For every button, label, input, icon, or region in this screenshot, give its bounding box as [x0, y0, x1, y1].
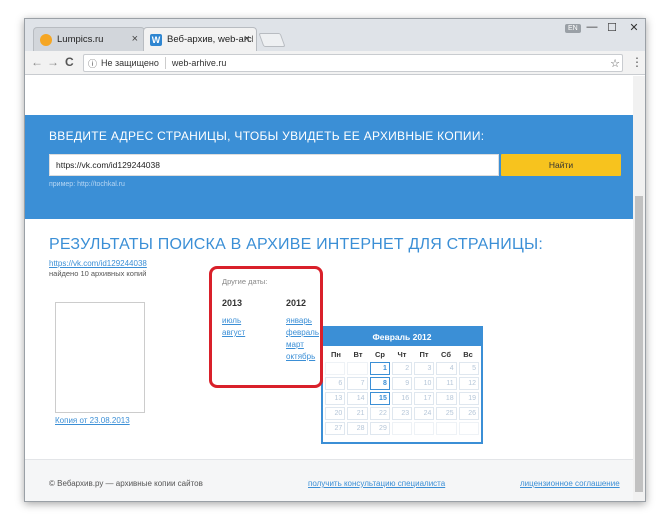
info-icon[interactable]: ⓘ — [88, 57, 97, 70]
calendar-day: 21 — [347, 407, 368, 420]
url-input[interactable]: https://vk.com/id129244038 — [49, 154, 499, 176]
year-label: 2013 — [222, 298, 243, 308]
url-text: web-arhive.ru — [171, 58, 227, 68]
month-link[interactable]: март — [286, 340, 304, 349]
weekday-label: Пн — [331, 350, 341, 359]
calendar-day: 3 — [414, 362, 435, 375]
calendar-day: 25 — [436, 407, 457, 420]
calendar-day: 13 — [325, 392, 346, 405]
lumpics-favicon-icon — [40, 33, 52, 46]
forward-icon[interactable]: → — [47, 55, 59, 69]
month-link[interactable]: октябрь — [286, 352, 315, 361]
other-dates-popup: Другие даты: 2013 июль август 2012 январ… — [209, 266, 323, 388]
address-bar[interactable]: ⓘ Не защищено web-arhive.ru ☆ — [83, 54, 623, 72]
calendar-weekdays: Пн Вт Ср Чт Пт Сб Вс — [323, 346, 481, 362]
archive-snapshot-thumbnail[interactable] — [55, 302, 145, 413]
calendar-day: 24 — [414, 407, 435, 420]
calendar-day: 20 — [325, 407, 346, 420]
calendar-day: 12 — [458, 377, 479, 390]
calendar-day: 29 — [369, 422, 390, 435]
calendar-day: 26 — [458, 407, 479, 420]
month-link[interactable]: июль — [222, 316, 241, 325]
example-hint: пример: http://tochkal.ru — [49, 181, 125, 188]
calendar-day: 19 — [458, 392, 479, 405]
scrollbar[interactable] — [633, 76, 645, 501]
calendar-day: 22 — [369, 407, 390, 420]
close-window-button[interactable]: ✕ — [621, 21, 645, 34]
calendar-day: 16 — [391, 392, 413, 405]
calendar-day: 18 — [436, 392, 457, 405]
calendar-empty-cell — [458, 422, 479, 435]
web-archive-favicon-icon: W — [150, 33, 162, 46]
tab-title: Lumpics.ru — [57, 34, 104, 45]
weekday-label: Ср — [375, 350, 385, 359]
tab-strip: Lumpics.ru × W Веб-архив, web-archive × … — [25, 19, 645, 51]
calendar-day: 2 — [391, 362, 413, 375]
calendar-day: 28 — [347, 422, 368, 435]
month-link[interactable]: февраль — [286, 328, 319, 337]
weekday-label: Сб — [441, 350, 451, 359]
calendar-empty-cell — [436, 422, 457, 435]
weekday-label: Вт — [353, 350, 363, 359]
search-panel: ВВЕДИТЕ АДРЕС СТРАНИЦЫ, ЧТОБЫ УВИДЕТЬ ЕЕ… — [25, 115, 633, 219]
find-button[interactable]: Найти — [501, 154, 621, 176]
month-link[interactable]: август — [222, 328, 245, 337]
calendar-empty-cell — [325, 362, 346, 375]
copy-date-link[interactable]: Копия от 23.08.2013 — [55, 416, 130, 425]
new-tab-button[interactable] — [258, 33, 286, 47]
calendar-day: 17 — [414, 392, 435, 405]
reload-icon[interactable]: C — [65, 55, 74, 69]
month-link[interactable]: январь — [286, 316, 312, 325]
calendar-day[interactable]: 8 — [369, 377, 390, 390]
bookmark-star-icon[interactable]: ☆ — [610, 57, 620, 70]
calendar-title: Февраль 2012 — [323, 328, 481, 346]
weekday-label: Вс — [463, 350, 473, 359]
tab-lumpics[interactable]: Lumpics.ru × — [33, 27, 145, 51]
calendar-day: 27 — [325, 422, 346, 435]
calendar-empty-cell — [414, 422, 435, 435]
security-label: Не защищено — [101, 58, 159, 68]
divider — [164, 57, 166, 69]
browser-window: Lumpics.ru × W Веб-архив, web-archive × … — [24, 18, 646, 502]
results-title: РЕЗУЛЬТАТЫ ПОИСКА В АРХИВЕ ИНТЕРНЕТ ДЛЯ … — [49, 236, 544, 253]
footer-copyright: © Вебархив.ру — архивные копии сайтов — [49, 479, 203, 488]
year-label: 2012 — [286, 298, 307, 308]
calendar-day: 14 — [347, 392, 368, 405]
calendar-empty-cell — [347, 362, 368, 375]
calendar-day: 4 — [436, 362, 457, 375]
footer: © Вебархив.ру — архивные копии сайтов по… — [25, 459, 633, 501]
other-dates-label: Другие даты: — [222, 277, 268, 286]
calendar-day: 6 — [325, 377, 346, 390]
calendar-day: 11 — [436, 377, 457, 390]
calendar-widget: Февраль 2012 Пн Вт Ср Чт Пт Сб Вс 1 2 3 4 5 6 7 8 9 10 1… — [321, 326, 483, 444]
menu-icon[interactable]: ⋮ — [631, 55, 643, 69]
result-count: найдено 10 архивных копий — [49, 269, 147, 278]
calendar-day[interactable]: 1 — [369, 362, 390, 375]
tab-title: Веб-архив, web-archive — [167, 34, 253, 45]
license-link[interactable]: лицензионное соглашение — [520, 479, 620, 488]
calendar-grid: 1 2 3 4 5 6 7 8 9 10 11 12 13 14 15 16 17 18 19 20 21 22 23 24 2… — [323, 362, 481, 435]
calendar-day: 5 — [458, 362, 479, 375]
scrollbar-thumb[interactable] — [635, 196, 643, 492]
calendar-day: 10 — [414, 377, 435, 390]
browser-toolbar: ← → C ⓘ Не защищено web-arhive.ru ☆ ⋮ — [25, 51, 645, 75]
page-content: ВВЕДИТЕ АДРЕС СТРАНИЦЫ, ЧТОБЫ УВИДЕТЬ ЕЕ… — [25, 76, 633, 501]
tab-web-archive[interactable]: W Веб-архив, web-archive × — [143, 27, 257, 51]
consult-link[interactable]: получить консультацию специалиста — [308, 479, 445, 488]
calendar-day: 7 — [347, 377, 368, 390]
calendar-day[interactable]: 15 — [369, 392, 390, 405]
weekday-label: Пт — [419, 350, 429, 359]
close-icon[interactable]: × — [132, 33, 138, 45]
result-page-link[interactable]: https://vk.com/id129244038 — [49, 259, 147, 268]
back-icon[interactable]: ← — [31, 55, 43, 69]
calendar-day: 9 — [391, 377, 413, 390]
calendar-empty-cell — [391, 422, 413, 435]
search-heading: ВВЕДИТЕ АДРЕС СТРАНИЦЫ, ЧТОБЫ УВИДЕТЬ ЕЕ… — [49, 129, 485, 143]
close-icon[interactable]: × — [244, 33, 250, 45]
calendar-day: 23 — [391, 407, 413, 420]
weekday-label: Чт — [397, 350, 407, 359]
